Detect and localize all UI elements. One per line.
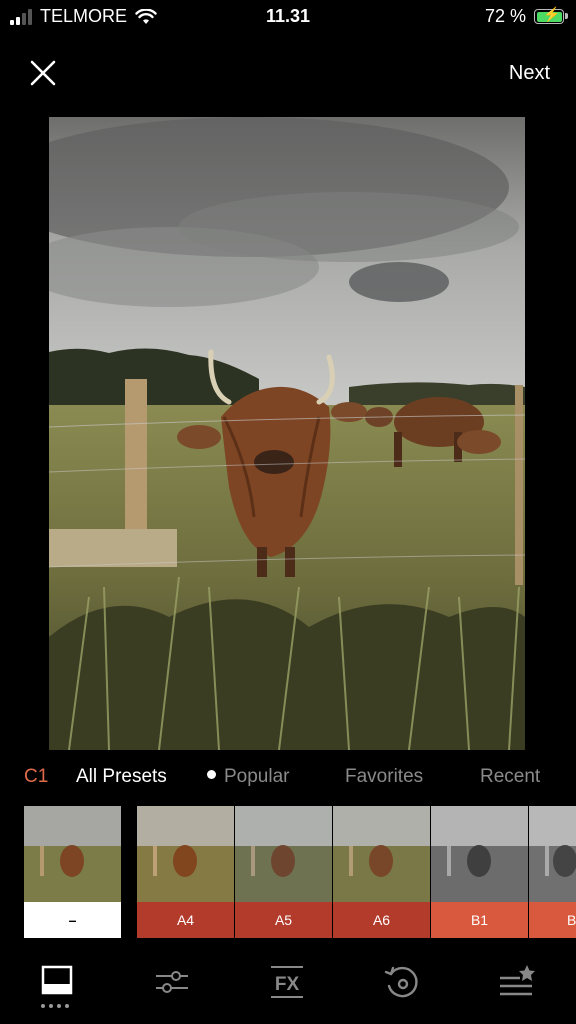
svg-text:FX: FX <box>275 974 300 995</box>
status-bar: TELMORE 11.31 72 % ⚡ <box>0 0 576 34</box>
tab-popular-label: Popular <box>224 766 290 787</box>
tab-recent[interactable]: Recent <box>480 766 540 788</box>
preset-label: B <box>529 902 576 938</box>
battery-percent: 72 % <box>484 6 526 26</box>
close-icon <box>30 60 56 86</box>
recipes-icon <box>500 965 535 996</box>
preset-thumbnail <box>235 806 332 902</box>
preset-thumbnail <box>333 806 430 902</box>
tab-favorites[interactable]: Favorites <box>345 766 423 788</box>
highland-cow-photo <box>49 117 525 750</box>
next-button[interactable]: Next <box>509 62 550 85</box>
battery-icon: ⚡ <box>534 7 568 24</box>
close-button[interactable] <box>28 58 58 88</box>
preset-label: – <box>24 902 121 938</box>
photo-preview[interactable] <box>49 117 525 750</box>
page-dots <box>41 1004 69 1008</box>
preset-label-text: B <box>567 912 576 928</box>
recipes-tool-button[interactable] <box>498 964 538 1004</box>
fx-icon: FX <box>271 966 303 998</box>
preset-a6[interactable]: A6 <box>333 806 430 938</box>
fx-tool-button[interactable]: FX <box>268 964 308 1004</box>
preset-thumbnail <box>529 806 576 902</box>
presets-icon <box>41 965 73 995</box>
preset-a5[interactable]: A5 <box>235 806 332 938</box>
tab-all-presets[interactable]: All Presets <box>76 766 167 788</box>
preset-strip: – A4 A5 A6 B1 B <box>0 806 576 938</box>
active-dot-icon <box>207 770 216 780</box>
presets-tool-button[interactable] <box>40 964 80 1004</box>
preset-label: B1 <box>431 902 528 938</box>
preset-label: A6 <box>333 902 430 938</box>
preset-a4[interactable]: A4 <box>137 806 234 938</box>
status-right: 72 % ⚡ <box>484 6 568 27</box>
preset-none[interactable]: – <box>24 806 121 938</box>
tab-c1[interactable]: C1 <box>24 766 48 788</box>
history-tool-button[interactable] <box>383 964 423 1004</box>
preset-label: A5 <box>235 902 332 938</box>
preset-b1[interactable]: B1 <box>431 806 528 938</box>
preset-b-partial[interactable]: B <box>529 806 576 938</box>
adjust-sliders-icon <box>156 971 188 993</box>
preset-tabs: C1 All Presets Popular Favorites Recent <box>0 766 576 792</box>
tab-popular[interactable]: Popular <box>207 766 290 788</box>
history-icon <box>384 966 418 998</box>
preset-thumbnail <box>431 806 528 902</box>
bottom-toolbar: FX <box>0 958 576 1018</box>
preset-label: A4 <box>137 902 234 938</box>
adjust-tool-button[interactable] <box>154 964 194 1004</box>
preset-thumbnail <box>24 806 121 902</box>
preset-thumbnail <box>137 806 234 902</box>
